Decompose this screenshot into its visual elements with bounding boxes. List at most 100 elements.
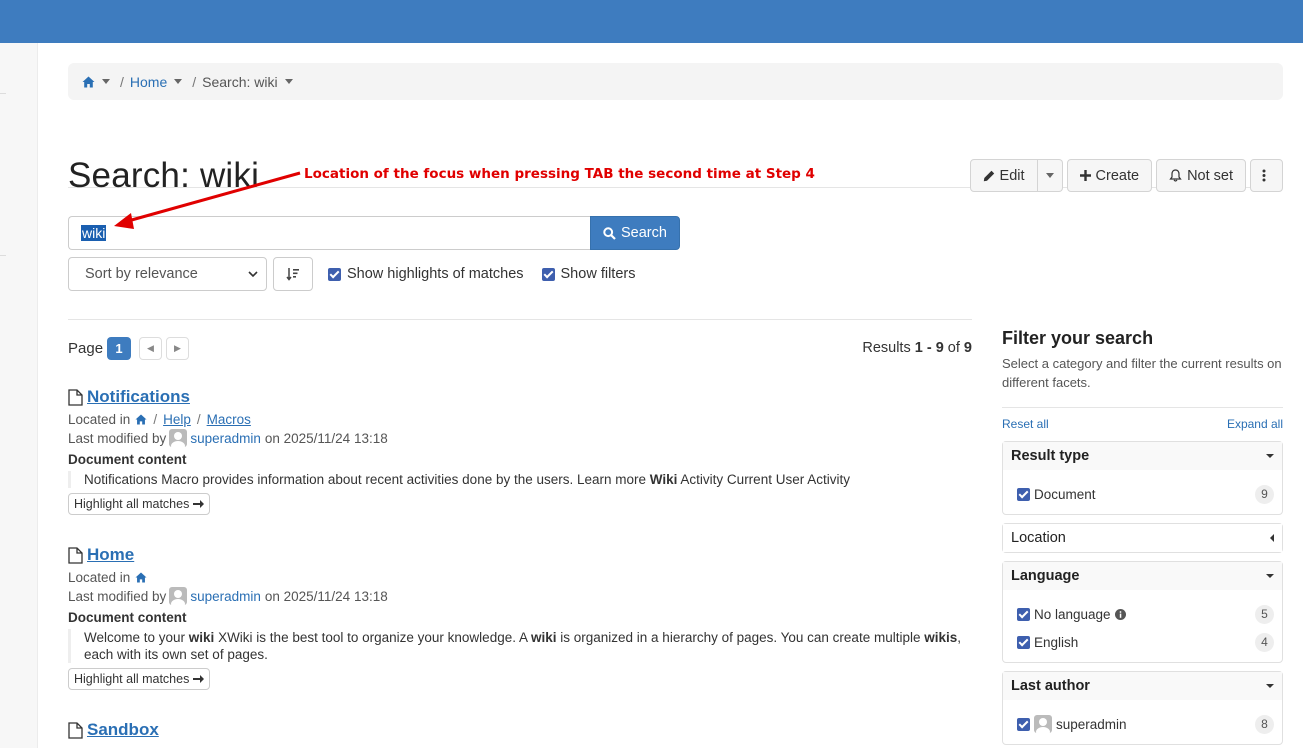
home-icon[interactable] — [135, 572, 147, 583]
facet-label: Location — [1011, 530, 1066, 546]
facet-item[interactable]: Document 9 — [1017, 480, 1274, 508]
not-set-label: Not set — [1187, 167, 1233, 184]
chevron-left-icon — [1270, 534, 1274, 542]
results-range: 1 - 9 — [914, 340, 944, 356]
home-icon[interactable] — [82, 76, 95, 88]
facet-header[interactable]: Location — [1003, 524, 1282, 552]
highlight-all-matches-button[interactable]: Highlight all matches — [68, 493, 211, 515]
edit-button-group: Edit — [969, 159, 1063, 192]
count-badge: 9 — [1255, 484, 1274, 504]
show-filters-checkbox[interactable]: Show filters — [541, 266, 636, 282]
results-count: Results 1 - 9 of 9 — [862, 340, 972, 356]
breadcrumb-home-link[interactable]: Home — [130, 74, 167, 90]
show-filters-label: Show filters — [560, 266, 636, 282]
checkbox-checked[interactable] — [1017, 717, 1030, 731]
search-results: Page 1 ◀ ▶ Results 1 - 9 of 9 Notificati… — [68, 319, 972, 740]
chevron-down-icon[interactable] — [102, 79, 110, 84]
page-number-current[interactable]: 1 — [107, 337, 131, 360]
edit-dropdown-button[interactable] — [1037, 159, 1063, 192]
chevron-down-icon — [1045, 173, 1054, 178]
result-location: Located in / Help / Macros — [68, 412, 251, 427]
expand-all-link[interactable]: Expand all — [1227, 417, 1283, 431]
facet-item-label: Document — [1034, 486, 1096, 502]
result-excerpt: Notifications Macro provides information… — [68, 471, 972, 488]
edit-button[interactable]: Edit — [969, 159, 1038, 192]
excerpt-highlight: wiki — [530, 630, 557, 645]
checkbox-checked[interactable] — [1017, 635, 1030, 649]
location-link-macros[interactable]: Macros — [207, 412, 251, 427]
result-title-link[interactable]: Notifications — [87, 387, 190, 407]
result-item: Home Located in Last modified by superad… — [68, 545, 972, 690]
chevron-down-icon[interactable] — [174, 79, 183, 84]
result-item: Sandbox — [68, 720, 972, 740]
chevron-down-icon — [248, 270, 258, 277]
page-label: Page — [68, 340, 104, 357]
search-input[interactable] — [68, 216, 590, 250]
last-modified-label: Last modified by — [68, 588, 167, 604]
breadcrumb: / Home / Search: wiki — [68, 63, 1283, 100]
left-drawer-strip[interactable] — [0, 43, 38, 748]
sort-select[interactable]: Sort by relevance — [68, 257, 267, 291]
show-highlights-checkbox[interactable]: Show highlights of matches — [328, 266, 524, 282]
facet-result-type: Result type Document 9 — [1002, 441, 1283, 515]
sort-order-button[interactable] — [273, 257, 313, 291]
excerpt-highlight: wiki — [188, 630, 215, 645]
create-label: Create — [1095, 167, 1140, 184]
drawer-tick — [0, 255, 6, 256]
facet-body: Document 9 — [1003, 470, 1282, 514]
facet-item[interactable]: English 4 — [1017, 628, 1274, 656]
info-icon[interactable] — [1114, 608, 1126, 620]
search-button-label: Search — [621, 225, 667, 241]
facet-item-label: English — [1034, 634, 1079, 650]
excerpt-text: is organized in a hierarchy of pages. Yo… — [556, 630, 925, 645]
previous-page-button[interactable]: ◀ — [139, 337, 162, 360]
sort-descending-icon — [286, 268, 299, 281]
location-link-help[interactable]: Help — [163, 412, 191, 427]
arrow-right-icon — [193, 675, 205, 683]
reset-all-link[interactable]: Reset all — [1002, 417, 1049, 431]
home-icon[interactable] — [135, 414, 147, 425]
facet-label: Language — [1011, 568, 1080, 584]
result-location: Located in — [68, 570, 972, 585]
annotation-text: Location of the focus when pressing TAB … — [304, 166, 815, 182]
facet-language: Language No language 5 English 4 — [1002, 561, 1283, 663]
facet-last-author: Last author superadmin 8 — [1002, 671, 1283, 745]
filter-links: Reset all Expand all — [1002, 417, 1283, 431]
result-title-link[interactable]: Sandbox — [87, 720, 159, 740]
chevron-down-icon[interactable] — [284, 79, 293, 84]
checkbox-checked[interactable] — [328, 267, 341, 281]
author-link[interactable]: superadmin — [190, 589, 261, 604]
notifications-button[interactable]: Not set — [1156, 159, 1246, 192]
result-title-row: Sandbox — [68, 720, 972, 740]
result-modified: Last modified by superadmin on 2025/11/2… — [68, 587, 972, 605]
avatar — [1034, 715, 1052, 733]
next-page-button[interactable]: ▶ — [166, 337, 189, 360]
more-actions-button[interactable] — [1250, 159, 1283, 192]
highlight-all-matches-button[interactable]: Highlight all matches — [68, 668, 211, 690]
checkbox-checked[interactable] — [541, 267, 555, 281]
facet-item[interactable]: No language 5 — [1017, 600, 1274, 628]
chevron-down-icon — [1266, 454, 1274, 458]
located-in-label: Located in — [68, 412, 131, 427]
count-badge: 4 — [1255, 632, 1274, 652]
search-button[interactable]: Search — [590, 216, 680, 250]
result-title-link[interactable]: Home — [87, 545, 134, 565]
arrow-right-icon — [193, 500, 205, 508]
create-button[interactable]: Create — [1066, 159, 1153, 192]
facet-header[interactable]: Language — [1003, 562, 1282, 590]
avatar — [169, 429, 188, 447]
count-badge: 5 — [1255, 604, 1274, 624]
author-link[interactable]: superadmin — [190, 431, 261, 446]
pagination: Page 1 ◀ ▶ Results 1 - 9 of 9 — [68, 320, 972, 376]
search-icon — [603, 226, 616, 240]
breadcrumb-separator: / — [192, 73, 197, 90]
last-modified-label: Last modified by — [68, 430, 167, 446]
chevron-down-icon — [1266, 574, 1274, 578]
results-prefix: Results — [862, 340, 915, 356]
checkbox-checked[interactable] — [1017, 487, 1030, 501]
facet-header[interactable]: Result type — [1003, 442, 1282, 470]
vertical-ellipsis-icon — [1262, 169, 1266, 182]
checkbox-checked[interactable] — [1017, 607, 1030, 621]
facet-item[interactable]: superadmin 8 — [1017, 710, 1274, 738]
facet-header[interactable]: Last author — [1003, 672, 1282, 700]
